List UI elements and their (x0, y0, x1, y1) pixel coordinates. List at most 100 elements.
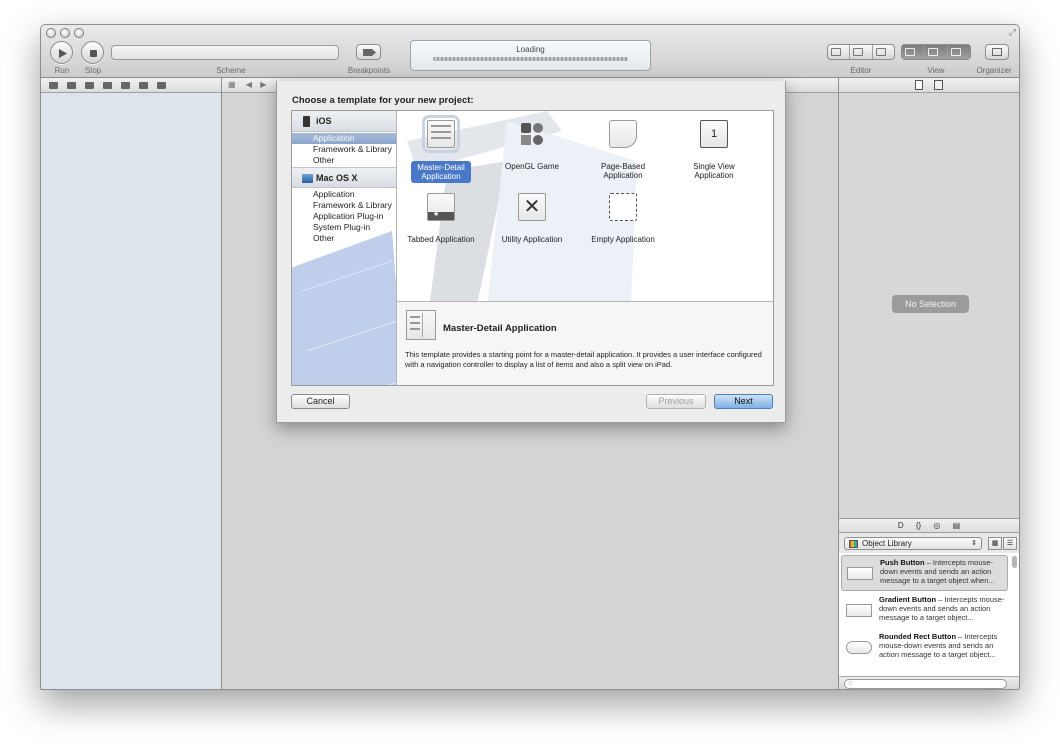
category-heading-ios: iOS (292, 111, 396, 132)
breakpoints-label: Breakpoints (347, 66, 391, 75)
project-navigator-icon[interactable] (49, 81, 58, 89)
list-item[interactable]: Push Button – Intercepts mouse-down even… (841, 555, 1008, 591)
library-popup[interactable]: Object Library ⇕ (844, 537, 982, 550)
category-heading-macosx: Mac OS X (292, 167, 396, 188)
list-item[interactable]: Rounded Rect Button – Intercepts mouse-d… (841, 630, 1008, 666)
library-filter-input[interactable]: ◌ (844, 679, 1007, 689)
template-label: Page-Based Application (600, 162, 646, 180)
breakpoint-icon (363, 49, 376, 56)
related-items-icon[interactable]: ▦ (228, 80, 236, 89)
inspector-selector-bar (838, 78, 1019, 93)
view-segmented-control[interactable] (901, 44, 971, 60)
library-selector-bar: D {} ◎ ▤ (838, 518, 1019, 533)
editor-label: Editor (850, 66, 872, 75)
template-description: Master-Detail Application This template … (397, 301, 773, 385)
template-tabbed[interactable]: ★ Tabbed Application (406, 188, 476, 258)
list-item[interactable]: Gradient Button – Intercepts mouse-down … (841, 593, 1008, 629)
inspector-area: No Selection (838, 93, 1019, 518)
opengl-game-icon (518, 120, 546, 148)
navigator-area (41, 93, 222, 689)
blueprint-watermark-icon (292, 231, 396, 385)
cancel-button[interactable]: Cancel (291, 394, 350, 409)
library-filter-bar: ◌ (838, 676, 1019, 689)
previous-button[interactable]: Previous (646, 394, 706, 409)
sheet-title: Choose a template for your new project: (292, 95, 474, 106)
organizer-icon (992, 48, 1002, 56)
next-button[interactable]: Next (714, 394, 773, 409)
zoom-window-button[interactable] (74, 28, 84, 38)
template-single-view[interactable]: 1 Single View Application (679, 115, 749, 185)
back-arrow-icon[interactable]: ◀ (246, 80, 252, 89)
stop-icon (90, 50, 97, 57)
library-popup-label: Object Library (862, 539, 912, 548)
object-library-swatch-icon (849, 540, 858, 548)
category-mac-application-plugin[interactable]: Application Plug-in (292, 211, 396, 222)
activity-progress-bar (433, 57, 628, 61)
stop-button[interactable] (81, 41, 104, 64)
search-navigator-icon[interactable] (85, 81, 94, 89)
gradient-button-icon (846, 604, 872, 617)
icon-view-button[interactable]: ▦ (988, 537, 1002, 550)
organizer-button[interactable] (985, 44, 1009, 60)
object-library-list: Push Button – Intercepts mouse-down even… (838, 553, 1019, 676)
standard-editor-icon[interactable] (828, 45, 851, 59)
template-empty[interactable]: Empty Application (588, 188, 658, 258)
list-view-button[interactable]: ☰ (1003, 537, 1017, 550)
symbol-navigator-icon[interactable] (67, 81, 76, 89)
template-label: Master-Detail Application (411, 161, 471, 183)
category-mac-framework-library[interactable]: Framework & Library (292, 200, 396, 211)
quick-help-icon[interactable] (934, 80, 943, 90)
platform-category-list: iOS Application Framework & Library Othe… (292, 111, 397, 385)
template-page-based[interactable]: Page-Based Application (588, 115, 658, 185)
object-library-icon[interactable]: ◎ (933, 521, 940, 530)
file-inspector-icon[interactable] (915, 80, 923, 90)
library-scrollbar[interactable] (1012, 556, 1017, 568)
category-ios-framework-library[interactable]: Framework & Library (292, 144, 396, 155)
utilities-toggle-icon[interactable] (948, 45, 970, 59)
debug-area-toggle-icon[interactable] (925, 45, 948, 59)
utility-icon: ✕ (518, 193, 546, 221)
scheme-popup[interactable] (111, 45, 339, 60)
issue-navigator-icon[interactable] (103, 81, 112, 89)
xcode-window: ⤢ Run Stop Scheme Breakpoints Loading Ed… (40, 24, 1020, 690)
code-snippet-library-icon[interactable]: {} (916, 521, 921, 530)
template-utility[interactable]: ✕ Utility Application (497, 188, 567, 258)
activity-viewer: Loading (410, 40, 651, 71)
template-label: Empty Application (591, 235, 655, 244)
template-opengl-game[interactable]: OpenGL Game (497, 115, 567, 185)
template-label: OpenGL Game (505, 162, 559, 171)
editor-segmented-control[interactable] (827, 44, 895, 60)
assistant-editor-icon[interactable] (850, 45, 873, 59)
forward-arrow-icon[interactable]: ▶ (260, 80, 266, 89)
file-template-library-icon[interactable]: D (898, 521, 904, 530)
version-editor-icon[interactable] (873, 45, 894, 59)
breakpoint-navigator-icon[interactable] (139, 81, 148, 89)
category-mac-application[interactable]: Application (292, 189, 396, 200)
iphone-icon (303, 116, 310, 127)
rounded-rect-button-icon (846, 641, 872, 654)
description-title: Master-Detail Application (443, 323, 557, 334)
library-item-name: Rounded Rect Button (879, 632, 957, 641)
page-based-icon (609, 120, 637, 148)
minimize-window-button[interactable] (60, 28, 70, 38)
search-icon: ◌ (848, 680, 853, 687)
push-button-icon (847, 567, 873, 580)
log-navigator-icon[interactable] (157, 81, 166, 89)
template-master-detail[interactable]: Master-Detail Application (406, 115, 476, 185)
category-ios-other[interactable]: Other (292, 155, 396, 166)
run-label: Run (54, 66, 70, 75)
breakpoints-button[interactable] (356, 44, 381, 60)
mac-icon (302, 174, 313, 183)
media-library-icon[interactable]: ▤ (953, 521, 961, 530)
debug-navigator-icon[interactable] (121, 81, 130, 89)
fullscreen-icon[interactable]: ⤢ (1009, 27, 1016, 38)
close-window-button[interactable] (46, 28, 56, 38)
run-button[interactable] (50, 41, 73, 64)
navigator-toggle-icon[interactable] (902, 45, 925, 59)
library-header: Object Library ⇕ ▦ ☰ (838, 533, 1019, 553)
empty-app-icon (609, 193, 637, 221)
activity-status-text: Loading (516, 45, 545, 54)
master-detail-icon (422, 115, 460, 153)
organizer-label: Organizer (976, 66, 1012, 75)
category-ios-application[interactable]: Application (292, 133, 396, 144)
